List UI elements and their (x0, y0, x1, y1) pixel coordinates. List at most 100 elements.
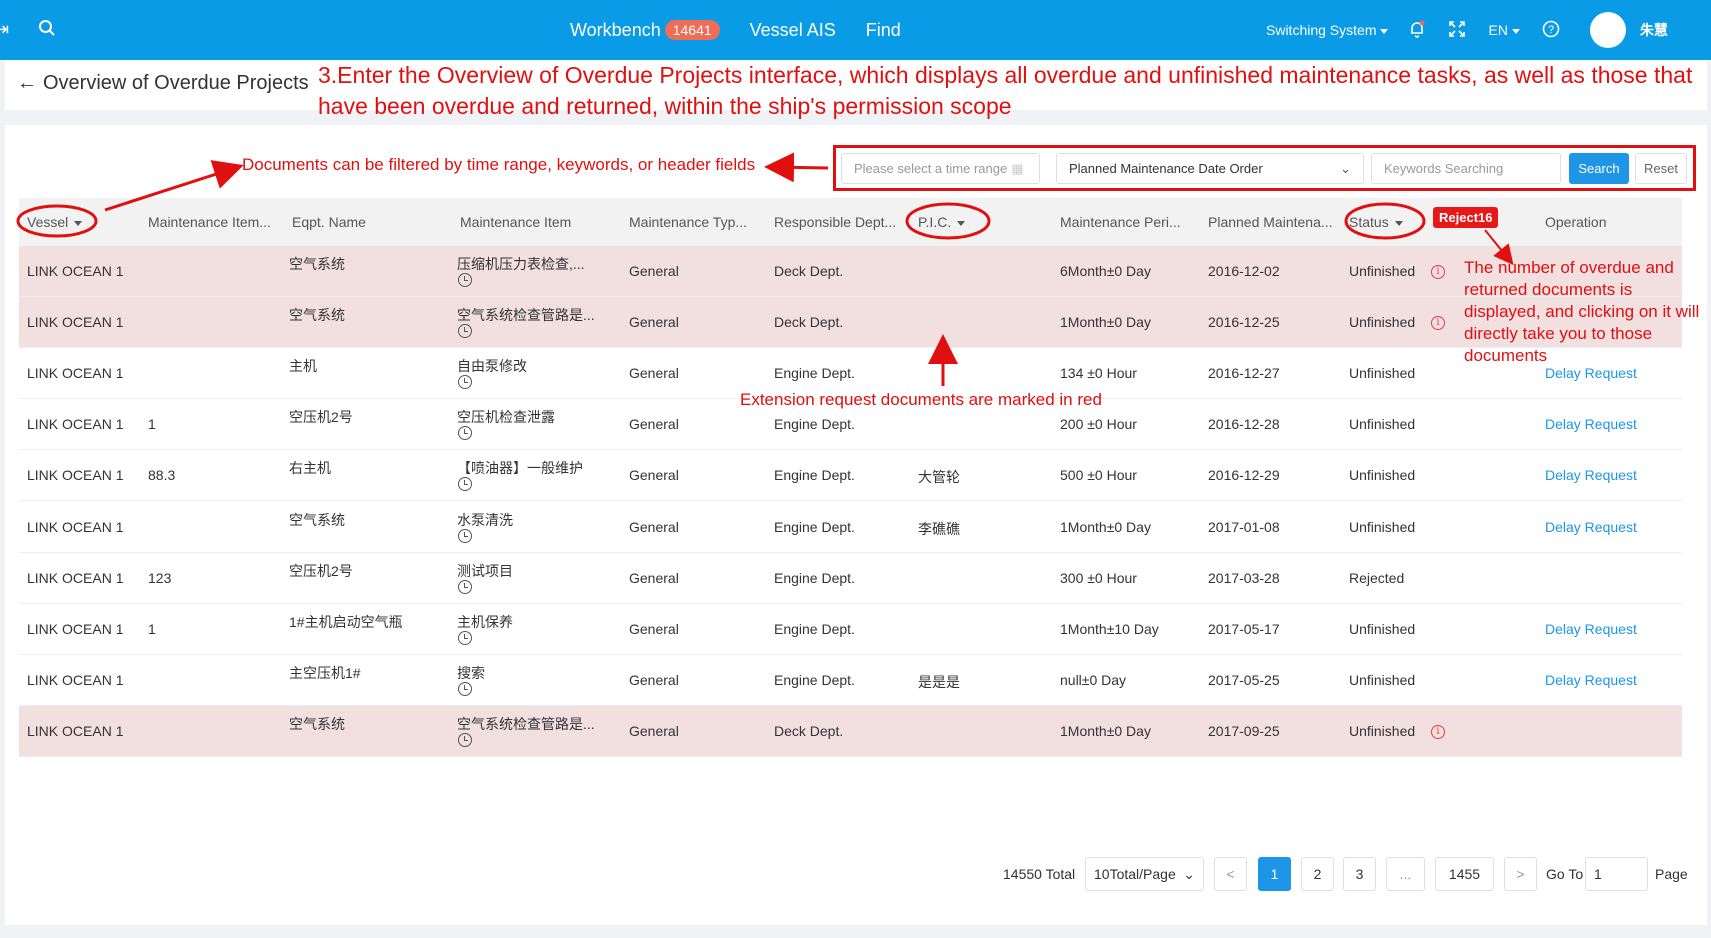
cell-op[interactable]: Delay Request (1545, 467, 1637, 483)
page-title: ← Overview of Overdue Projects (17, 72, 309, 95)
avatar[interactable] (1589, 12, 1626, 48)
cell-item: 空气系统检查管路是... (457, 715, 595, 732)
cell-period: null±0 Day (1060, 671, 1127, 688)
chevron-down-icon (1380, 28, 1389, 34)
cell-date: 2016-12-02 (1208, 263, 1280, 279)
info-icon[interactable]: i (1431, 724, 1445, 739)
table-row: LINK OCEAN 1 88.3 右主机 【喷油器】一般维护 General Engin… (19, 450, 1682, 502)
clock-icon[interactable] (458, 630, 472, 645)
column-header-operation: Operation (1545, 214, 1607, 230)
search-button[interactable]: Search (1569, 153, 1629, 184)
clock-icon[interactable] (458, 477, 472, 492)
user-name[interactable]: 朱慧 (1640, 20, 1668, 40)
cell-item: 压缩机压力表检查,... (457, 256, 585, 272)
cell-op[interactable]: Delay Request (1545, 365, 1637, 381)
clock-icon[interactable] (458, 528, 472, 543)
tab-workbench[interactable]: Workbench 14641 (570, 20, 720, 41)
filter-caret-icon[interactable] (1394, 220, 1403, 226)
cell-eqpt: 空气系统 (289, 256, 345, 272)
clock-icon[interactable] (458, 681, 472, 696)
logout-icon[interactable]: ⇥ (0, 19, 9, 40)
next-page-button[interactable]: > (1504, 857, 1537, 891)
cell-date: 2017-03-28 (1208, 569, 1280, 586)
reset-button[interactable]: Reset (1635, 153, 1687, 184)
cell-type: General (629, 314, 679, 331)
cell-status: Unfinished (1349, 518, 1416, 535)
page-title-text: Overview of Overdue Projects (43, 72, 309, 94)
cell-date: 2017-09-25 (1208, 722, 1280, 739)
cell-op[interactable]: Delay Request (1545, 621, 1637, 637)
tab-find[interactable]: Find (866, 20, 901, 41)
cell-pic: 是是是 (918, 673, 960, 690)
cell-status: Unfinished (1349, 722, 1416, 739)
cell-dept: Engine Dept. (774, 671, 855, 688)
column-header-eqpt-name: Eqpt. Name (292, 214, 366, 230)
tab-vessel-ais[interactable]: Vessel AIS (750, 20, 836, 41)
filter-caret-icon[interactable] (74, 220, 83, 226)
cell-vessel: LINK OCEAN 1 (27, 314, 124, 331)
cell-pic: 李礁礁 (918, 520, 960, 537)
clock-icon[interactable] (458, 273, 472, 287)
cell-dept: Deck Dept. (774, 722, 844, 739)
page-size-value: 10Total/Page (1094, 866, 1176, 882)
clock-icon[interactable] (458, 579, 472, 594)
page-button-3[interactable]: 3 (1343, 857, 1376, 891)
chevron-down-icon: ⌄ (1340, 160, 1351, 176)
cell-status: Rejected (1349, 569, 1405, 586)
page-button-1[interactable]: 1 (1258, 857, 1291, 891)
keyword-placeholder: Keywords Searching (1384, 161, 1504, 176)
reject-count-badge[interactable]: Reject16 (1433, 207, 1499, 228)
cell-status: Unfinished (1349, 671, 1416, 688)
clock-icon[interactable] (458, 426, 472, 441)
keyword-search-input[interactable]: Keywords Searching (1371, 153, 1561, 184)
cell-period: 300 ±0 Hour (1060, 569, 1137, 586)
clock-icon[interactable] (458, 732, 472, 747)
cell-type: General (629, 671, 679, 688)
column-header-label: Vessel (27, 214, 69, 230)
bell-icon[interactable] (1408, 20, 1426, 41)
cell-op[interactable]: Delay Request (1545, 519, 1637, 535)
cell-code: 1 (148, 416, 156, 433)
info-icon[interactable]: i (1431, 265, 1445, 279)
column-header-vessel[interactable]: Vessel (27, 198, 127, 246)
prev-page-button[interactable]: < (1214, 857, 1247, 891)
goto-page-input[interactable]: 1 (1585, 857, 1648, 891)
column-header-maintenance-type: Maintenance Typ... (629, 214, 748, 230)
help-icon[interactable]: ? (1542, 20, 1560, 41)
page-button-2[interactable]: 2 (1301, 857, 1334, 891)
tab-find-label: Find (865, 19, 901, 40)
info-icon[interactable]: i (1431, 316, 1445, 331)
clock-icon[interactable] (458, 375, 472, 390)
cell-date: 2017-05-17 (1208, 620, 1280, 637)
cell-dept: Engine Dept. (774, 518, 855, 535)
filter-caret-icon[interactable] (957, 220, 966, 226)
cell-code: 1 (148, 620, 156, 637)
tab-workbench-label: Workbench (570, 19, 661, 40)
column-header-dept: Responsible Dept... (774, 214, 897, 230)
cell-status: Unfinished (1349, 314, 1416, 331)
clock-icon[interactable] (458, 324, 472, 339)
date-range-input[interactable]: Please select a time range ▦ (841, 153, 1040, 184)
switch-system-dropdown[interactable]: Switching System (1266, 22, 1389, 38)
cell-vessel: LINK OCEAN 1 (27, 671, 124, 688)
cell-status: Unfinished (1349, 263, 1416, 279)
cell-op[interactable]: Delay Request (1545, 416, 1637, 432)
cell-eqpt: 空气系统 (289, 307, 345, 324)
back-arrow-icon[interactable]: ← (17, 72, 37, 95)
cell-op[interactable]: Delay Request (1545, 672, 1637, 688)
fullscreen-icon[interactable] (1448, 20, 1466, 41)
search-icon[interactable] (38, 19, 56, 42)
column-header-pic[interactable]: P.I.C. (918, 198, 1008, 246)
annotation-reject: The number of overdue and returned docum… (1464, 258, 1700, 365)
cell-date: 2017-01-08 (1208, 518, 1280, 535)
cell-vessel: LINK OCEAN 1 (27, 467, 124, 484)
page-button-last[interactable]: 1455 (1435, 857, 1494, 891)
column-header-status[interactable]: Status (1349, 198, 1439, 246)
cell-item: 空气系统检查管路是... (457, 307, 595, 324)
language-dropdown[interactable]: EN (1488, 22, 1520, 38)
page-size-select[interactable]: 10Total/Page ⌄ (1085, 857, 1204, 891)
table-row: LINK OCEAN 1 空气系统 水泵清洗 General Engine Dept. 李… (19, 501, 1682, 553)
order-select[interactable]: Planned Maintenance Date Order ⌄ (1056, 153, 1364, 184)
page-ellipsis[interactable]: ... (1386, 857, 1425, 891)
cell-dept: Deck Dept. (774, 314, 844, 331)
